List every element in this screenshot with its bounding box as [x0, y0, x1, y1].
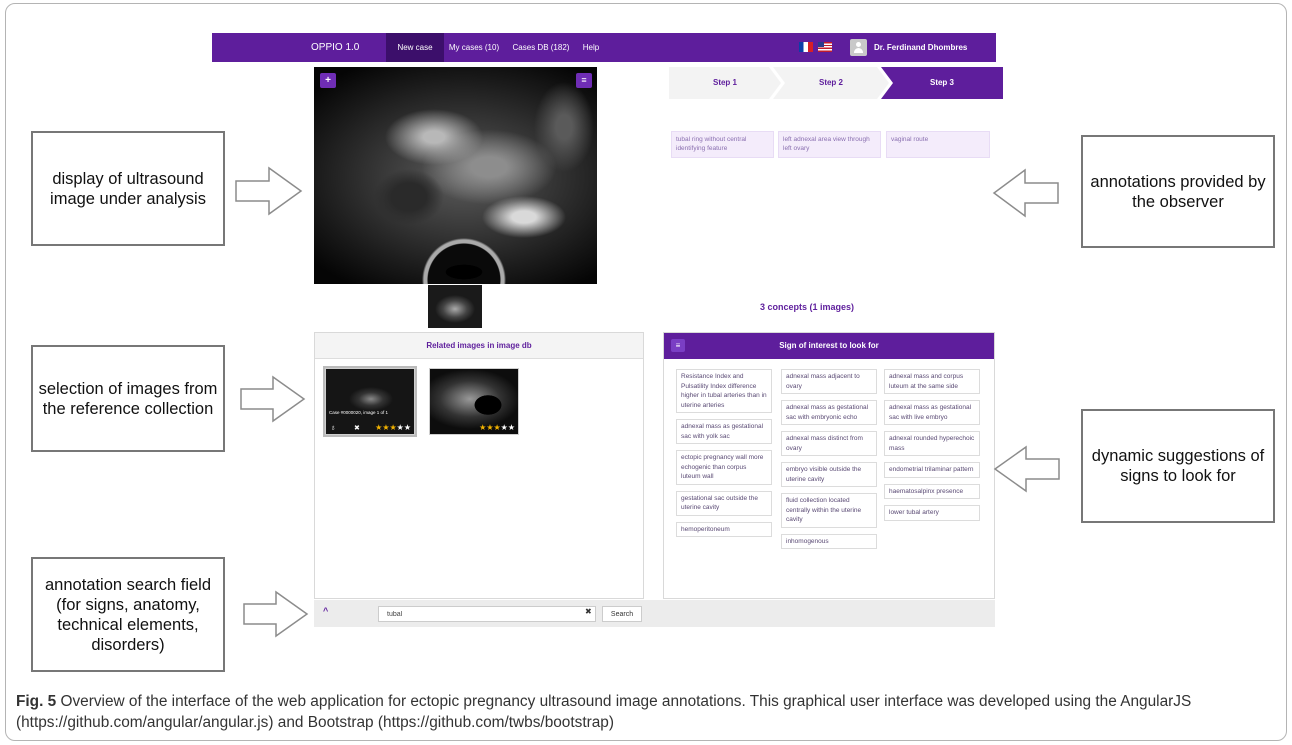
star-icon[interactable]: ★ — [508, 423, 515, 432]
us-flag-icon[interactable] — [818, 42, 832, 52]
arrow-right-icon — [240, 375, 306, 423]
arrow-right-icon — [243, 590, 309, 638]
star-rating[interactable]: ★★★★★ — [479, 423, 515, 432]
related-images-panel: Related images in image db Case #0000020… — [314, 332, 644, 599]
search-button[interactable]: Search — [602, 606, 642, 622]
arrow-left-icon — [992, 168, 1059, 218]
figure-label: Fig. 5 — [16, 693, 57, 710]
callout-suggestions: dynamic suggestions of signs to look for — [1081, 409, 1275, 523]
chevron-up-icon[interactable]: ^ — [323, 606, 328, 616]
star-rating[interactable]: ★★★★★ — [375, 423, 411, 432]
french-flag-icon[interactable] — [799, 42, 813, 52]
list-icon[interactable]: ≡ — [671, 339, 685, 352]
step-2[interactable]: Step 2 — [773, 67, 889, 99]
sign-suggestion-chip[interactable]: Resistance Index and Pulsatility Index d… — [676, 369, 772, 413]
callout-text: selection of images from the reference c… — [38, 379, 218, 418]
sign-suggestion-chip[interactable]: endometrial trilaminar pattern — [884, 462, 980, 478]
caption-text: Overview of the interface of the web app… — [16, 693, 1192, 731]
callout-text: dynamic suggestions of signs to look for — [1091, 447, 1265, 485]
related-image-card[interactable]: Case #0000020, image 1 of 1 ♁ ✖ ★★★★★ — [325, 368, 415, 435]
sign-suggestion-chip[interactable]: embryo visible outside the uterine cavit… — [781, 462, 877, 487]
related-image-label: Case #0000020, image 1 of 1 — [329, 410, 389, 415]
star-icon[interactable]: ★ — [404, 423, 411, 432]
sign-suggestion-chip[interactable]: adnexal mass as gestational sac with emb… — [781, 400, 877, 425]
annotation-chip[interactable]: tubal ring without central identifying f… — [671, 131, 774, 158]
tab-my-cases[interactable]: My cases (10) — [444, 33, 504, 62]
sign-suggestion-chip[interactable]: fluid collection located centrally withi… — [781, 493, 877, 528]
search-bar: ^ ✖ Search — [314, 600, 995, 627]
navbar: OPPIO 1.0 New case My cases (10) Cases D… — [212, 33, 996, 62]
figure-caption: Fig. 5 Overview of the interface of the … — [16, 691, 1278, 733]
annotation-chip[interactable]: vaginal route — [886, 131, 990, 158]
sign-suggestion-chip[interactable]: adnexal mass distinct from ovary — [781, 431, 877, 456]
ribbon-icon[interactable]: ♁ — [330, 423, 336, 432]
callout-display: display of ultrasound image under analys… — [31, 131, 225, 246]
app-brand[interactable]: OPPIO 1.0 — [311, 33, 359, 62]
sign-column: adnexal mass adjacent to ovary adnexal ma… — [781, 369, 877, 555]
concept-count: 3 concepts (1 images) — [760, 302, 855, 312]
sign-suggestion-chip[interactable]: haematosalpinx presence — [884, 483, 980, 499]
tab-new-case[interactable]: New case — [386, 33, 444, 62]
sign-column: adnexal mass and corpus luteum at the sa… — [884, 369, 980, 527]
signs-panel-title: Sign of interest to look for — [779, 341, 879, 350]
sign-suggestion-chip[interactable]: gestational sac outside the uterine cavi… — [676, 490, 772, 516]
plus-icon[interactable]: + — [320, 73, 336, 88]
sign-suggestion-chip[interactable]: adnexal rounded hyperechoic mass — [884, 431, 980, 456]
star-icon[interactable]: ★ — [493, 423, 500, 432]
star-icon[interactable]: ★ — [389, 423, 396, 432]
arrow-left-icon — [993, 445, 1060, 493]
sign-suggestion-chip[interactable]: inhomogenous — [781, 533, 877, 549]
step-wizard: Step 1 Step 2 Step 3 — [669, 67, 1003, 99]
sign-column: Resistance Index and Pulsatility Index d… — [676, 369, 772, 543]
callout-search: annotation search field (for signs, anat… — [31, 557, 225, 672]
ultrasound-thumbnail[interactable] — [428, 285, 482, 328]
step-1[interactable]: Step 1 — [669, 67, 781, 99]
sign-suggestion-chip[interactable]: adnexal mass and corpus luteum at the sa… — [884, 369, 980, 394]
callout-text: annotations provided by the observer — [1090, 172, 1266, 211]
list-icon[interactable]: ≡ — [576, 73, 592, 88]
arrow-right-icon — [235, 166, 303, 216]
user-name[interactable]: Dr. Ferdinand Dhombres — [874, 33, 967, 62]
callout-text: annotation search field (for signs, anat… — [44, 575, 212, 654]
close-icon[interactable]: ✖ — [354, 424, 360, 432]
ultrasound-image: + ≡ — [314, 67, 597, 284]
clear-icon[interactable]: ✖ — [585, 607, 592, 616]
sign-suggestion-chip[interactable]: adnexal mass as gestational sac with liv… — [884, 400, 980, 425]
sign-suggestion-chip[interactable]: adnexal mass adjacent to ovary — [781, 369, 877, 394]
related-images-title: Related images in image db — [315, 333, 643, 359]
sign-suggestion-chip[interactable]: ectopic pregnancy wall more echogenic th… — [676, 450, 772, 485]
callout-selection: selection of images from the reference c… — [31, 345, 225, 452]
signs-panel-header: ≡ Sign of interest to look for — [664, 333, 994, 359]
callout-text: display of ultrasound image under analys… — [50, 169, 206, 208]
annotation-chip[interactable]: left adnexal area view through left ovar… — [778, 131, 881, 158]
signs-panel: ≡ Sign of interest to look for Resistanc… — [663, 332, 995, 599]
step-3[interactable]: Step 3 — [881, 67, 1003, 99]
sign-suggestion-chip[interactable]: adnexal mass as gestational sac with yol… — [676, 419, 772, 444]
sign-suggestion-chip[interactable]: lower tubal artery — [884, 505, 980, 521]
callout-annotations: annotations provided by the observer — [1081, 135, 1275, 248]
related-image-card[interactable]: ★★★★★ — [429, 368, 519, 435]
tab-cases-db[interactable]: Cases DB (182) — [506, 33, 576, 62]
sign-suggestion-chip[interactable]: hemoperitoneum — [676, 521, 772, 537]
user-avatar-icon[interactable] — [850, 39, 867, 56]
tab-help[interactable]: Help — [578, 33, 604, 62]
search-input[interactable] — [378, 606, 596, 622]
star-icon[interactable]: ★ — [501, 423, 508, 432]
star-icon[interactable]: ★ — [397, 423, 404, 432]
